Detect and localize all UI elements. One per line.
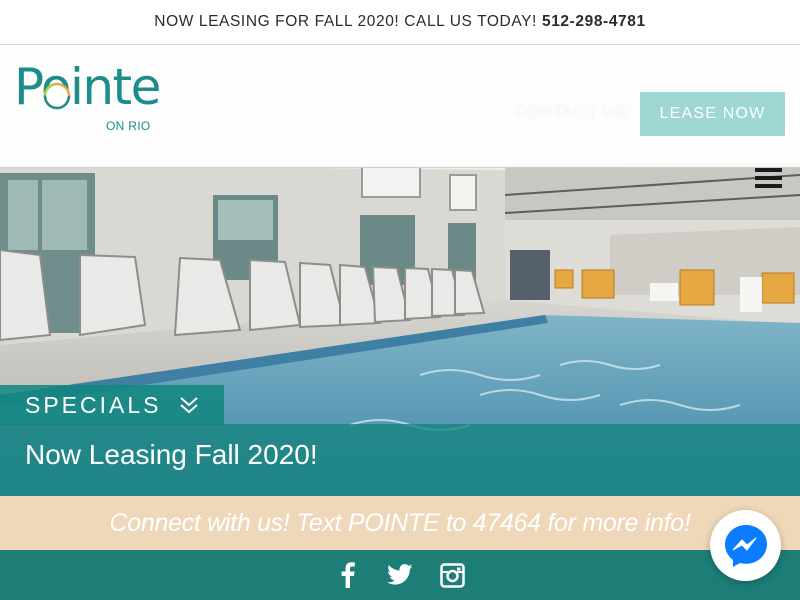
phone-link[interactable]: 512-298-4781	[542, 13, 646, 31]
logo-ring-icon	[43, 82, 71, 110]
logo-subtitle: ON RIO	[106, 119, 151, 133]
site-header: Pointe ON RIO CONTACT US LEASE NOW	[0, 45, 800, 168]
specials-tab-label: SPECIALS	[25, 391, 162, 418]
announcement-text: NOW LEASING FOR FALL 2020! CALL US TODAY…	[154, 13, 537, 30]
specials-tab[interactable]: SPECIALS	[0, 385, 224, 425]
text-us-banner: Connect with us! Text POINTE to 47464 fo…	[0, 496, 800, 550]
double-chevron-down-icon	[180, 397, 198, 414]
facebook-icon[interactable]	[335, 562, 361, 588]
messenger-chat-button[interactable]	[710, 510, 781, 581]
lease-now-button[interactable]: LEASE NOW	[640, 92, 785, 136]
logo-wordmark: Pointe	[14, 58, 161, 116]
messenger-icon	[724, 524, 767, 567]
contact-us-link[interactable]: CONTACT US	[514, 104, 627, 122]
hamburger-menu-icon[interactable]	[755, 168, 782, 191]
instagram-icon[interactable]	[439, 562, 465, 588]
site-logo[interactable]: Pointe ON RIO	[14, 57, 164, 137]
specials-headline: Now Leasing Fall 2020!	[25, 439, 318, 470]
specials-panel: Now Leasing Fall 2020!	[0, 424, 800, 496]
text-us-message: Connect with us! Text POINTE to 47464 fo…	[109, 508, 691, 537]
twitter-icon[interactable]	[387, 562, 413, 588]
announcement-bar: NOW LEASING FOR FALL 2020! CALL US TODAY…	[0, 0, 800, 45]
social-bar	[0, 550, 800, 600]
